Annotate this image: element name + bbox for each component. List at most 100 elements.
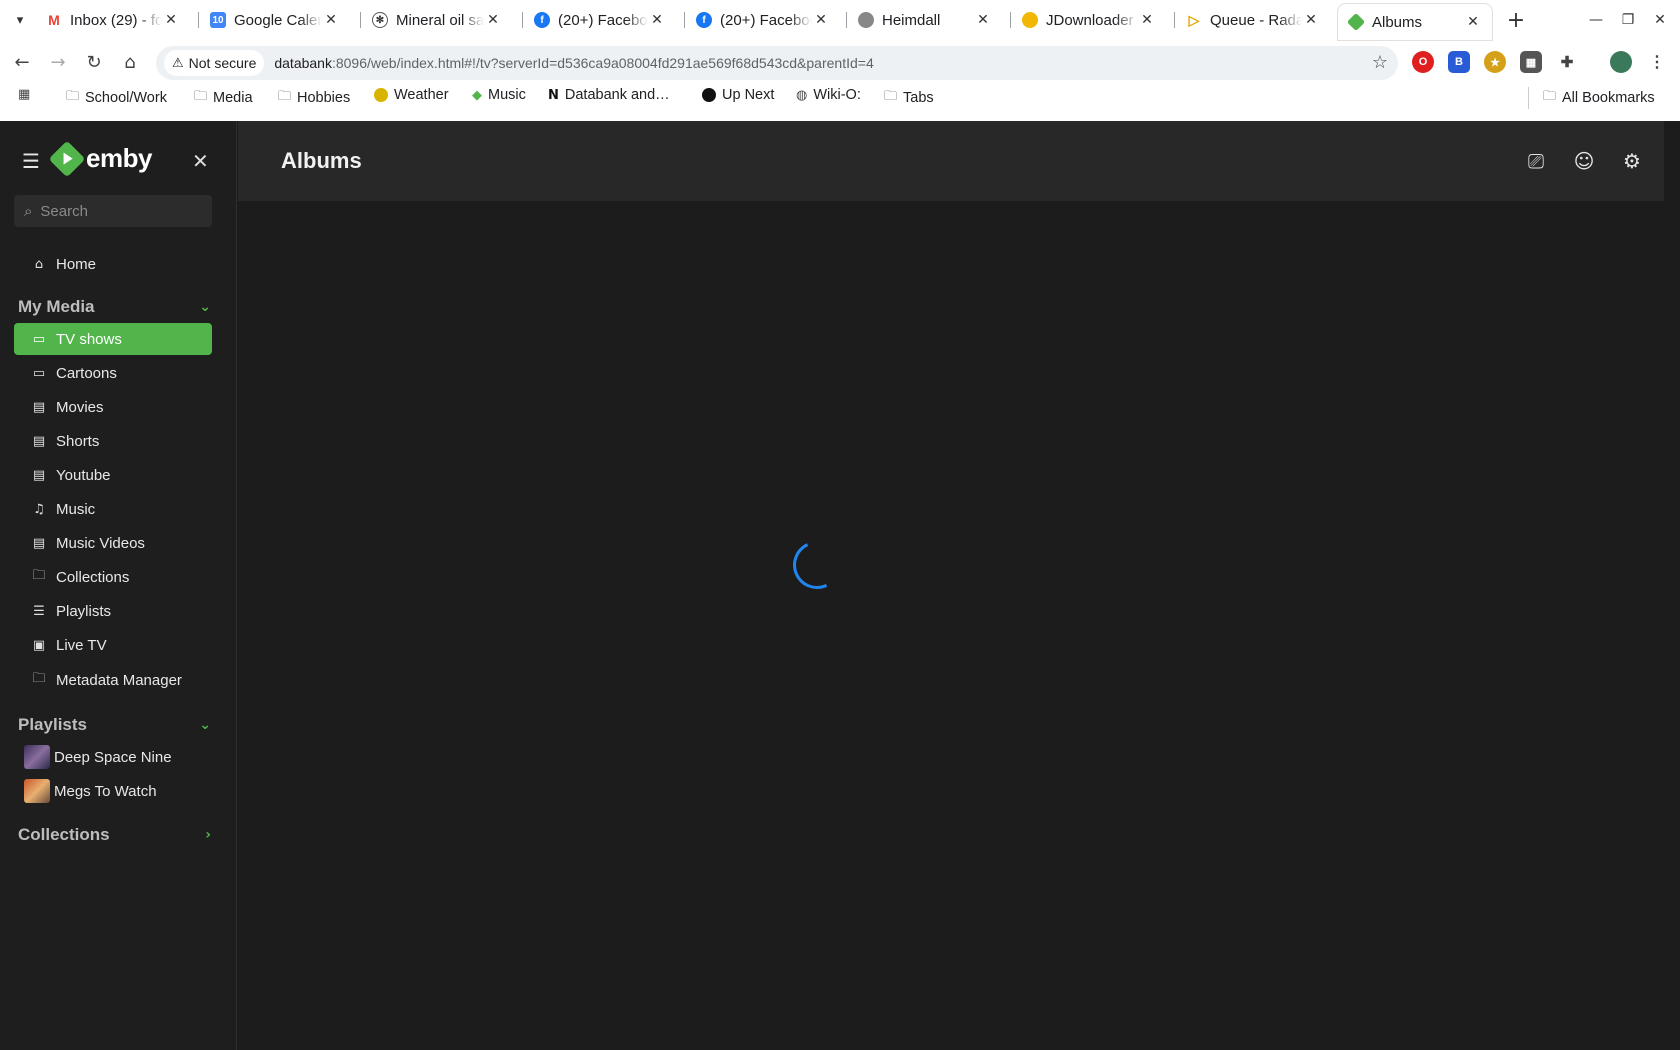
sidebar-item-shorts[interactable]: ▤ Shorts [14, 425, 212, 457]
gmail-icon: M [46, 12, 62, 28]
reload-button[interactable]: ↻ [78, 46, 110, 78]
url-text[interactable]: databank:8096/web/index.html#!/tv?server… [274, 55, 873, 71]
apps-grid-icon[interactable]: ▦ [18, 87, 36, 102]
playlist-thumbnail [24, 745, 50, 769]
tab-gmail[interactable]: M Inbox (29) - fo ✕ [36, 4, 190, 36]
settings-gear-icon[interactable]: ⚙ [1616, 145, 1648, 177]
tv-icon: ▭ [32, 365, 46, 381]
tab-title: Queue - Rada [1210, 11, 1302, 29]
sidebar-item-music[interactable]: ♫ Music [14, 493, 212, 525]
close-icon[interactable]: ✕ [322, 12, 340, 28]
bookmark-music[interactable]: ◆ Music [472, 87, 526, 103]
sidebar-item-metadata-manager[interactable]: 🗀 Metadata Manager [14, 664, 212, 696]
facebook-icon: f [534, 12, 550, 28]
section-collections[interactable]: Collections › [18, 825, 213, 845]
close-icon[interactable]: ✕ [484, 12, 502, 28]
chevron-down-icon[interactable]: ⌄ [199, 299, 211, 315]
menu-icon[interactable]: ☰ [22, 149, 40, 173]
restore-button[interactable]: ❐ [1610, 6, 1646, 34]
address-bar[interactable]: ⚠ Not secure databank:8096/web/index.htm… [156, 46, 1398, 80]
film-icon: ▤ [32, 535, 46, 551]
close-sidebar-icon[interactable]: ✕ [192, 149, 209, 173]
emby-logo-icon [48, 140, 86, 177]
tab-title: JDownloader [1046, 11, 1134, 29]
close-icon[interactable]: ✕ [974, 12, 992, 28]
section-playlists[interactable]: Playlists ⌄ [18, 715, 213, 735]
folder-icon: 🗀 [1543, 89, 1557, 104]
bookmark-label: Media [213, 90, 253, 106]
emby-logo[interactable]: emby [48, 140, 152, 177]
bitwarden-extension-icon[interactable]: B [1448, 51, 1470, 73]
search-box[interactable]: ⌕ [14, 195, 212, 227]
bookmark-hobbies[interactable]: 🗀 Hobbies [278, 87, 350, 109]
close-icon[interactable]: ✕ [1464, 14, 1482, 30]
bookmark-wiki-o[interactable]: ◍ Wiki-O: [796, 87, 861, 103]
close-window-button[interactable]: ✕ [1642, 6, 1678, 34]
playlist-item-deep-space-nine[interactable]: Deep Space Nine [14, 741, 212, 773]
tab-heimdall[interactable]: Heimdall ✕ [848, 4, 1002, 36]
qr-extension-icon[interactable]: ▦ [1520, 51, 1542, 73]
chevron-down-icon[interactable]: ⌄ [199, 717, 211, 733]
sidebar-item-cartoons[interactable]: ▭ Cartoons [14, 357, 212, 389]
bookmark-star-icon[interactable]: ☆ [1372, 52, 1388, 73]
close-icon[interactable]: ✕ [648, 12, 666, 28]
tab-facebook-1[interactable]: f (20+) Faceboo ✕ [524, 4, 676, 36]
playlist-icon: ☰ [33, 603, 45, 619]
bookmark-label: Music [488, 87, 526, 103]
bookmark-media[interactable]: 🗀 Media [194, 87, 253, 109]
film-icon: ▤ [32, 433, 46, 449]
bookmark-databank[interactable]: N Databank and… [548, 87, 670, 103]
all-bookmarks[interactable]: 🗀 All Bookmarks [1528, 87, 1655, 109]
livetv-icon: ▣ [32, 637, 46, 653]
close-icon[interactable]: ✕ [1302, 12, 1320, 28]
sidebar-item-playlists[interactable]: ☰ Playlists [14, 595, 212, 627]
cast-icon[interactable]: ⎚ [1520, 145, 1552, 177]
folder-icon: 🗀 [66, 89, 80, 104]
tab-albums[interactable]: Albums ✕ [1338, 4, 1492, 40]
bookmark-up-next[interactable]: Up Next [702, 87, 774, 103]
bookmark-weather[interactable]: Weather [374, 87, 449, 103]
shield-extension-icon[interactable]: ★ [1484, 51, 1506, 73]
close-icon[interactable]: ✕ [812, 12, 830, 28]
sidebar-item-movies[interactable]: ▤ Movies [14, 391, 212, 423]
bookmark-label: Databank and… [564, 87, 670, 103]
sidebar-item-music-videos[interactable]: ▤ Music Videos [14, 527, 212, 559]
tab-facebook-2[interactable]: f (20+) Faceboo ✕ [686, 4, 840, 36]
profile-avatar[interactable] [1610, 51, 1632, 73]
section-my-media[interactable]: My Media ⌄ [18, 297, 213, 317]
tab-jdownloader[interactable]: JDownloader ✕ [1012, 4, 1166, 36]
puzzle-extensions-icon[interactable]: ✚ [1556, 51, 1578, 73]
bookmark-school-work[interactable]: 🗀 School/Work [66, 87, 167, 109]
search-input[interactable] [40, 202, 191, 220]
sidebar-item-home[interactable]: ⌂ Home [14, 248, 212, 280]
bookmark-tabs[interactable]: 🗀 Tabs [884, 87, 934, 109]
security-chip[interactable]: ⚠ Not secure [164, 50, 265, 76]
forward-button[interactable]: → [42, 46, 74, 78]
tab-google-calendar[interactable]: 10 Google Calen ✕ [200, 4, 350, 36]
sidebar-item-live-tv[interactable]: ▣ Live TV [14, 629, 212, 661]
scrollbar[interactable] [1664, 121, 1680, 1050]
playlist-item-megs-to-watch[interactable]: Megs To Watch [14, 775, 212, 807]
openai-icon: ✻ [372, 12, 388, 28]
home-button[interactable]: ⌂ [114, 46, 146, 78]
sidebar-item-youtube[interactable]: ▤ Youtube [14, 459, 212, 491]
bookmark-label: School/Work [85, 90, 167, 106]
close-icon[interactable]: ✕ [1138, 12, 1156, 28]
tab-search-button[interactable]: ▾ [6, 6, 34, 34]
radarr-icon: ▷ [1186, 12, 1202, 28]
new-tab-button[interactable]: + [1502, 6, 1530, 34]
sidebar-item-tv-shows[interactable]: ▭ TV shows [14, 323, 212, 355]
tab-chatgpt[interactable]: ✻ Mineral oil sa ✕ [362, 4, 512, 36]
chevron-right-icon[interactable]: › [205, 827, 211, 843]
close-icon[interactable]: ✕ [162, 12, 180, 28]
browser-menu-icon[interactable]: ⋮ [1646, 51, 1668, 73]
minimize-button[interactable]: — [1578, 6, 1614, 34]
tab-radarr[interactable]: ▷ Queue - Rada ✕ [1176, 4, 1330, 36]
sidebar-item-label: Playlists [56, 602, 112, 620]
back-button[interactable]: ← [6, 46, 38, 78]
sidebar-item-collections[interactable]: 🗀 Collections [14, 561, 212, 593]
opera-extension-icon[interactable]: O [1412, 51, 1434, 73]
sidebar-item-label: Collections [56, 568, 130, 586]
folder-icon: 🗀 [32, 568, 46, 583]
user-icon[interactable]: ☺ [1568, 145, 1600, 177]
